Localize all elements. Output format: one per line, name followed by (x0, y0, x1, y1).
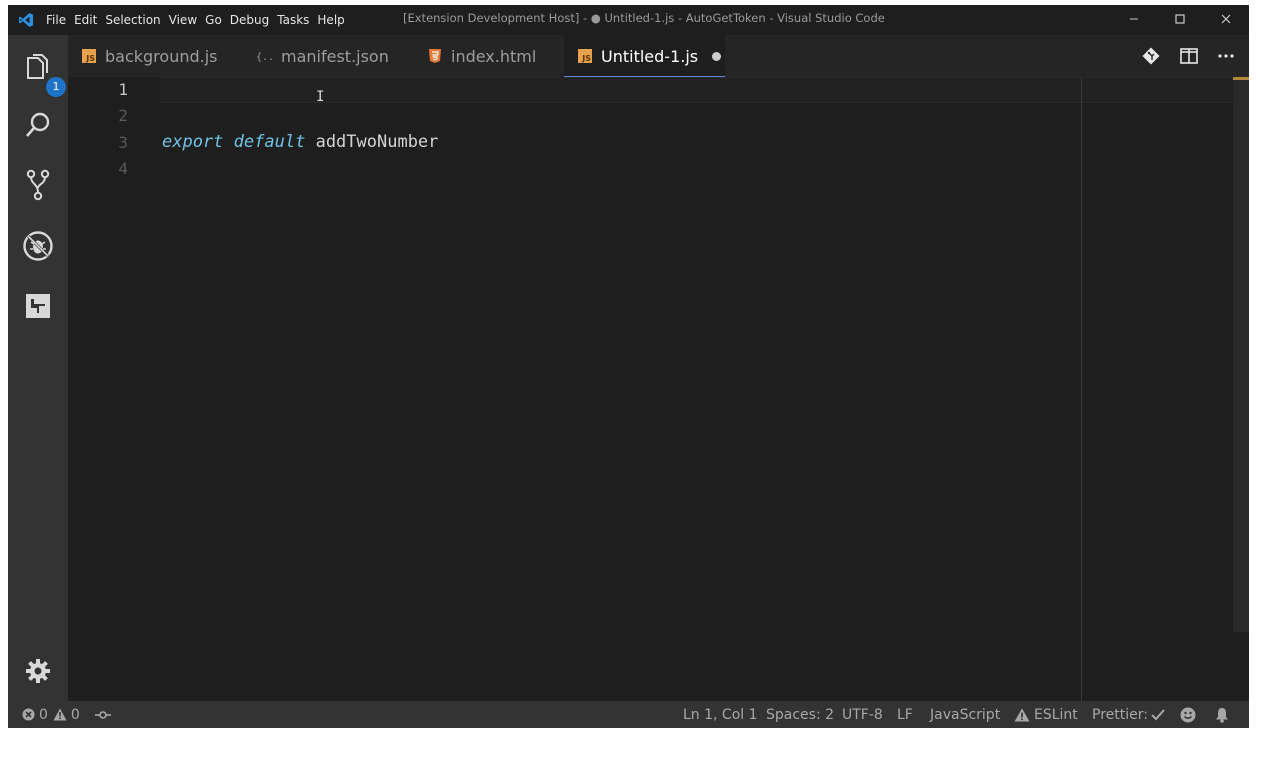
prettier-status[interactable]: Prettier: (1092, 701, 1165, 728)
maximize-icon (1175, 14, 1185, 24)
json-file-icon: {..} (256, 52, 272, 63)
split-editor-icon[interactable] (1180, 48, 1198, 64)
tab-label: index.html (451, 46, 537, 66)
tab-bar: JS background.js {..} manifest.json inde… (68, 35, 1249, 77)
explorer-button[interactable]: 1 (18, 47, 66, 97)
html5-file-icon (429, 49, 441, 63)
source-control-button[interactable] (18, 165, 58, 205)
menu-selection[interactable]: Selection (101, 13, 164, 27)
smiley-icon (1180, 707, 1196, 722)
line-number: 1 (118, 80, 128, 99)
source-control-icon (26, 169, 50, 201)
menu-tasks[interactable]: Tasks (273, 13, 313, 27)
extensions-icon (26, 294, 50, 318)
vertical-ruler (1081, 77, 1082, 701)
vscode-window: File Edit Selection View Go Debug Tasks … (8, 5, 1249, 728)
language-mode[interactable]: JavaScript (930, 701, 1000, 728)
menu-go[interactable]: Go (201, 13, 226, 27)
tab-label: Untitled-1.js (601, 46, 699, 66)
minimize-button[interactable] (1114, 5, 1154, 33)
svg-text:{..}: {..} (256, 52, 272, 63)
extensions-button[interactable] (18, 286, 58, 326)
tab-background-js[interactable]: JS background.js (82, 35, 218, 77)
debug-button[interactable] (18, 226, 58, 266)
tab-manifest-json[interactable]: {..} manifest.json (256, 35, 389, 77)
line-ending[interactable]: LF (897, 701, 913, 728)
text-cursor-icon: I (316, 89, 325, 105)
warning-icon (53, 708, 67, 721)
git-commit-icon (95, 710, 111, 719)
search-icon (26, 112, 50, 137)
encoding[interactable]: UTF-8 (842, 701, 883, 728)
maximize-button[interactable] (1160, 5, 1200, 33)
close-window-button[interactable] (1206, 5, 1246, 33)
eslint-status[interactable]: ESLint (1014, 701, 1078, 728)
menu-view[interactable]: View (165, 13, 201, 27)
feedback-button[interactable] (1180, 701, 1196, 728)
keyword-default: default (233, 132, 306, 152)
activity-bar: 1 (8, 35, 68, 701)
unsaved-dot-icon[interactable] (712, 51, 722, 61)
warning-count: 0 (70, 706, 80, 723)
status-bar: 0 0 Ln 1, Col 1 Spaces: 2 UTF-8 LF JavaS… (8, 701, 1249, 728)
vscode-logo-icon (19, 13, 33, 27)
tab-index-html[interactable]: index.html (428, 35, 536, 77)
line-number: 4 (118, 159, 128, 178)
debug-icon (23, 231, 53, 261)
keyword-export: export (162, 132, 224, 152)
tab-label: background.js (105, 46, 218, 66)
editor-actions (1142, 35, 1234, 77)
js-file-icon: JS (578, 49, 592, 63)
tab-untitled-1-js[interactable]: JS Untitled-1.js (564, 35, 725, 77)
settings-button[interactable] (18, 651, 58, 691)
line-number: 3 (118, 133, 128, 152)
editor[interactable]: 1 2 3 4 export default addTwoNumber I (68, 77, 1249, 701)
open-changes-icon[interactable] (1142, 47, 1160, 65)
problems-indicator[interactable]: 0 0 (22, 701, 80, 728)
js-file-icon: JS (82, 49, 96, 63)
gear-icon (26, 659, 50, 683)
scrollbar-marker (1233, 77, 1249, 80)
search-button[interactable] (18, 105, 58, 145)
vertical-scrollbar[interactable] (1233, 77, 1249, 632)
menu-edit[interactable]: Edit (70, 13, 101, 27)
explorer-badge: 1 (46, 77, 66, 97)
minimize-icon (1130, 18, 1138, 20)
window-title: [Extension Development Host] - ● Untitle… (403, 11, 885, 25)
files-icon (27, 54, 48, 79)
line-number: 2 (118, 106, 128, 125)
bell-icon (1216, 707, 1228, 723)
indentation[interactable]: Spaces: 2 (766, 701, 834, 728)
notifications-button[interactable] (1215, 701, 1229, 728)
menu-help[interactable]: Help (313, 13, 348, 27)
cursor-position[interactable]: Ln 1, Col 1 (683, 701, 758, 728)
menu-bar: File Edit Selection View Go Debug Tasks … (42, 5, 349, 35)
warning-icon (1014, 708, 1030, 721)
more-actions-icon[interactable] (1218, 53, 1234, 59)
menu-file[interactable]: File (42, 13, 70, 27)
prettier-label: Prettier: (1092, 706, 1148, 723)
git-commit-button[interactable] (95, 701, 111, 728)
close-icon (1221, 14, 1231, 24)
code-line-3: export default addTwoNumber (162, 132, 438, 152)
check-icon (1151, 708, 1165, 720)
identifier: addTwoNumber (315, 132, 439, 152)
error-count: 0 (39, 706, 48, 723)
eslint-label: ESLint (1034, 706, 1078, 723)
error-icon (22, 708, 35, 721)
tab-label: manifest.json (281, 46, 389, 66)
menu-debug[interactable]: Debug (226, 13, 273, 27)
line-number-gutter: 1 2 3 4 (68, 77, 160, 701)
title-bar: File Edit Selection View Go Debug Tasks … (8, 5, 1249, 35)
